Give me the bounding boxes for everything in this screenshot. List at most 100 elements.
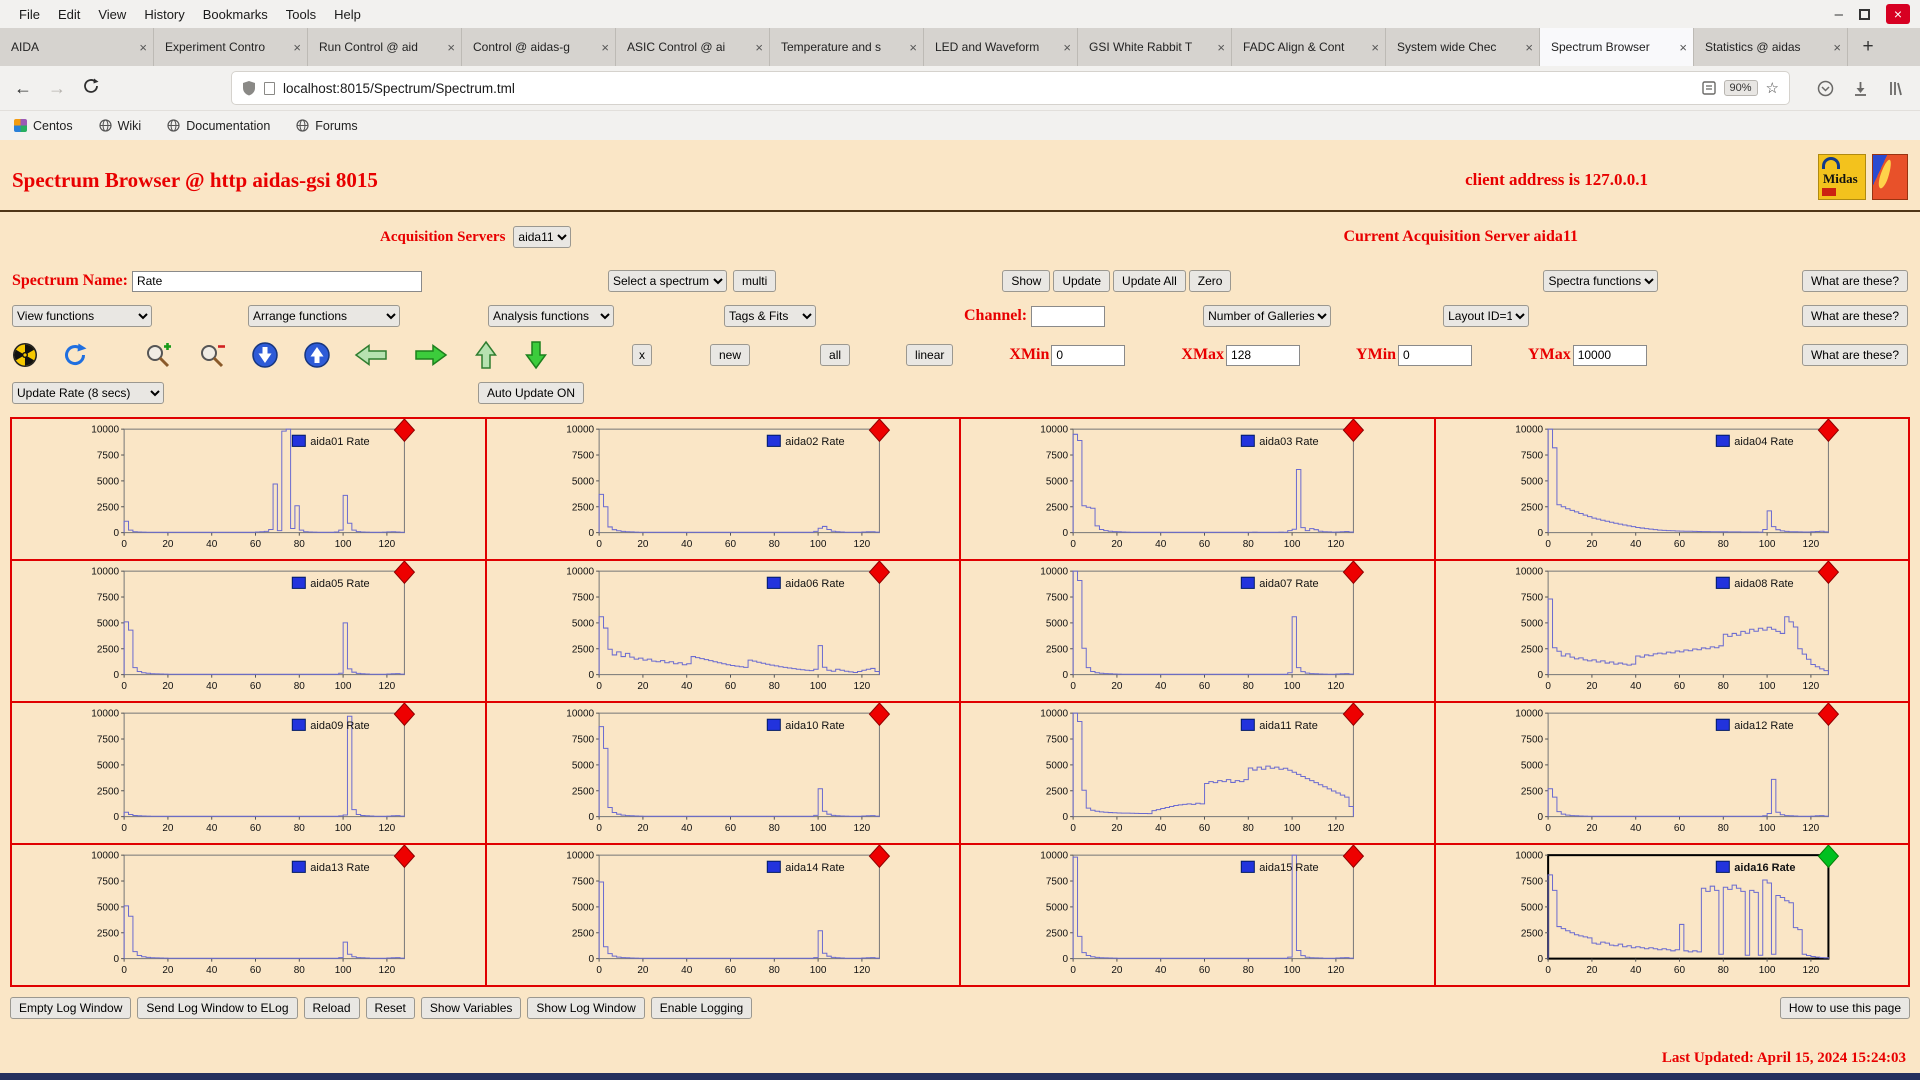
tab-led-and-waveform[interactable]: LED and Waveform × (924, 28, 1078, 66)
number-of-galleries-dropdown[interactable]: Number of Galleries (1203, 305, 1332, 327)
status-diamond-icon[interactable] (1342, 419, 1365, 443)
status-diamond-icon[interactable] (868, 703, 890, 727)
status-diamond-icon[interactable] (1342, 561, 1365, 585)
spectrum-panel-aida05[interactable]: 0 2500 5000 7500 10000 0 20 40 60 80 100 120 aida05 … (12, 561, 485, 701)
status-diamond-icon[interactable] (1817, 419, 1839, 443)
tab-run-control-aid[interactable]: Run Control @ aid × (308, 28, 462, 66)
downloads-icon[interactable] (1852, 80, 1869, 97)
multi-button[interactable]: multi (732, 270, 777, 292)
status-diamond-icon[interactable] (393, 419, 416, 443)
pocket-icon[interactable] (1817, 80, 1834, 97)
spectra-functions-dropdown[interactable]: Spectra functions (1543, 270, 1659, 292)
menu-tools[interactable]: Tools (277, 7, 325, 22)
menu-history[interactable]: History (135, 7, 193, 22)
new-tab-button[interactable]: + (1848, 28, 1888, 66)
back-button[interactable]: ← (12, 78, 34, 99)
bookmark-star-icon[interactable]: ☆ (1766, 79, 1779, 97)
enable-logging-button[interactable]: Enable Logging (650, 997, 753, 1019)
zoom-out-icon[interactable] (198, 342, 226, 369)
channel-input[interactable] (1031, 305, 1106, 327)
spectrum-panel-aida08[interactable]: 0 2500 5000 7500 10000 0 20 40 60 80 100 120 aida08 … (1435, 561, 1908, 701)
menu-bookmarks[interactable]: Bookmarks (194, 7, 277, 22)
tab-system-wide-chec[interactable]: System wide Chec × (1386, 28, 1540, 66)
menu-file[interactable]: File (10, 7, 49, 22)
tab-experiment-contro[interactable]: Experiment Contro × (154, 28, 308, 66)
bookmark-documentation[interactable]: Documentation (167, 119, 270, 133)
url-bar[interactable]: localhost:8015/Spectrum/Spectrum.tml 90%… (232, 72, 1789, 104)
spectrum-panel-aida13[interactable]: 0 2500 5000 7500 10000 0 20 40 60 80 100 120 aida13 … (12, 845, 485, 985)
tab-close-icon[interactable]: × (601, 40, 609, 55)
status-diamond-icon[interactable] (1817, 703, 1839, 727)
reset-button[interactable]: Reset (365, 997, 415, 1019)
xmin-input[interactable] (1051, 344, 1126, 366)
menu-help[interactable]: Help (325, 7, 370, 22)
reload-button[interactable] (80, 77, 102, 100)
tab-close-icon[interactable]: × (1679, 40, 1687, 55)
spectrum-panel-aida07[interactable]: 0 2500 5000 7500 10000 0 20 40 60 80 100 120 aida07 … (961, 561, 1434, 701)
zero-button[interactable]: Zero (1188, 270, 1232, 292)
next-gallery-icon[interactable] (414, 343, 448, 367)
tab-statistics-aidas[interactable]: Statistics @ aidas × (1694, 28, 1848, 66)
linear-button[interactable]: linear (906, 344, 954, 366)
bookmark-centos[interactable]: Centos (14, 119, 73, 133)
tab-aida[interactable]: AIDA × (0, 28, 154, 66)
status-diamond-icon[interactable] (1342, 703, 1365, 727)
bookmark-forums[interactable]: Forums (296, 119, 358, 133)
shield-icon[interactable] (242, 80, 256, 96)
view-functions-dropdown[interactable]: View functions (12, 305, 152, 327)
prev-gallery-icon[interactable] (354, 343, 388, 367)
tab-close-icon[interactable]: × (447, 40, 455, 55)
what-are-these-button-1[interactable]: What are these? (1801, 270, 1908, 292)
url-text[interactable]: localhost:8015/Spectrum/Spectrum.tml (283, 81, 1694, 96)
spectrum-panel-aida15[interactable]: 0 2500 5000 7500 10000 0 20 40 60 80 100 120 aida15 … (961, 845, 1434, 985)
spectrum-panel-aida12[interactable]: 0 2500 5000 7500 10000 0 20 40 60 80 100 120 aida12 … (1435, 703, 1908, 843)
refresh-icon[interactable] (62, 342, 88, 368)
spectrum-name-input[interactable] (131, 270, 422, 292)
bookmark-wiki[interactable]: Wiki (99, 119, 141, 133)
what-are-these-button-3[interactable]: What are these? (1801, 344, 1908, 366)
ymax-input[interactable] (1572, 344, 1647, 366)
status-diamond-icon[interactable] (393, 845, 416, 869)
zoom-level-badge[interactable]: 90% (1723, 80, 1758, 96)
lower-icon[interactable] (524, 340, 548, 370)
tab-close-icon[interactable]: × (1371, 40, 1379, 55)
new-button[interactable]: new (710, 344, 751, 366)
tab-close-icon[interactable]: × (293, 40, 301, 55)
tags-fits-dropdown[interactable]: Tags & Fits (724, 305, 816, 327)
show-variables-button[interactable]: Show Variables (420, 997, 522, 1019)
tab-close-icon[interactable]: × (1525, 40, 1533, 55)
update-all-button[interactable]: Update All (1113, 270, 1186, 292)
show-button[interactable]: Show (1002, 270, 1051, 292)
spectrum-panel-aida03[interactable]: 0 2500 5000 7500 10000 0 20 40 60 80 100 120 aida03 … (961, 419, 1434, 559)
status-diamond-icon[interactable] (868, 845, 890, 869)
reader-mode-icon[interactable] (1701, 81, 1716, 95)
minimize-button[interactable]: – (1835, 6, 1843, 23)
tab-close-icon[interactable]: × (755, 40, 763, 55)
update-button[interactable]: Update (1053, 270, 1111, 292)
forward-button[interactable]: → (46, 78, 68, 99)
move-down-icon[interactable] (252, 342, 278, 368)
how-to-use-button[interactable]: How to use this page (1779, 997, 1910, 1019)
tab-asic-control-ai[interactable]: ASIC Control @ ai × (616, 28, 770, 66)
spectrum-panel-aida10[interactable]: 0 2500 5000 7500 10000 0 20 40 60 80 100 120 aida10 … (486, 703, 959, 843)
select-spectrum-dropdown[interactable]: Select a spectrum (607, 270, 727, 292)
menu-edit[interactable]: Edit (49, 7, 89, 22)
tab-control-aidas-g[interactable]: Control @ aidas-g × (462, 28, 616, 66)
move-up-icon[interactable] (304, 342, 330, 368)
arrange-functions-dropdown[interactable]: Arrange functions (248, 305, 400, 327)
spectrum-panel-aida06[interactable]: 0 2500 5000 7500 10000 0 20 40 60 80 100 120 aida06 … (486, 561, 959, 701)
send-log-window-to-elog-button[interactable]: Send Log Window to ELog (137, 997, 298, 1019)
tab-close-icon[interactable]: × (1217, 40, 1225, 55)
spectrum-panel-aida01[interactable]: 0 2500 5000 7500 10000 0 20 40 60 80 100 120 aida01 … (12, 419, 485, 559)
tab-temperature-and-s[interactable]: Temperature and s × (770, 28, 924, 66)
spectrum-panel-aida14[interactable]: 0 2500 5000 7500 10000 0 20 40 60 80 100 120 aida14 … (486, 845, 959, 985)
tab-spectrum-browser[interactable]: Spectrum Browser × (1540, 28, 1694, 66)
reload-button[interactable]: Reload (303, 997, 360, 1019)
spectrum-panel-aida02[interactable]: 0 2500 5000 7500 10000 0 20 40 60 80 100 120 aida02 … (486, 419, 959, 559)
tab-close-icon[interactable]: × (909, 40, 917, 55)
library-icon[interactable] (1887, 80, 1904, 97)
xmax-input[interactable] (1226, 344, 1301, 366)
show-log-window-button[interactable]: Show Log Window (527, 997, 645, 1019)
status-diamond-icon[interactable] (868, 561, 890, 585)
close-button[interactable]: × (1886, 4, 1910, 24)
